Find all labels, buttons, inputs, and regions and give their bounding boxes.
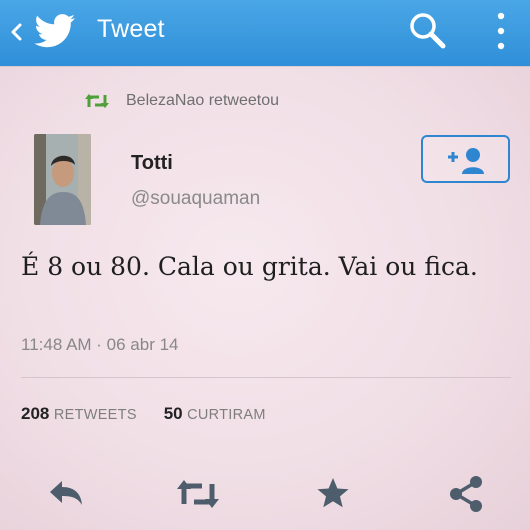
tweet-stats: 208 RETWEETS 50 CURTIRAM: [21, 404, 266, 428]
action-bar: [0, 472, 530, 516]
follow-button[interactable]: [421, 135, 510, 183]
author-name[interactable]: Totti: [131, 151, 173, 175]
reply-icon[interactable]: [44, 472, 88, 516]
tweet-timestamp: 11:48 AM · 06 abr 14: [21, 335, 179, 354]
author-handle[interactable]: @souaquaman: [131, 187, 260, 211]
chevron-left-icon[interactable]: [9, 17, 23, 47]
retweet-icon: [85, 94, 109, 108]
like-count[interactable]: 50: [164, 404, 183, 423]
retweet-count[interactable]: 208: [21, 404, 49, 423]
avatar-photo: [34, 134, 91, 225]
retweet-action-icon[interactable]: [174, 472, 222, 516]
twitter-bird-icon[interactable]: [33, 12, 77, 52]
more-vertical-icon[interactable]: [490, 10, 512, 52]
avatar[interactable]: [34, 134, 91, 225]
app-bar: Tweet: [0, 0, 530, 66]
divider: [21, 377, 511, 378]
page-title: Tweet: [97, 15, 165, 43]
star-icon[interactable]: [313, 472, 353, 516]
retweet-label[interactable]: RETWEETS: [54, 407, 137, 423]
search-icon[interactable]: [405, 8, 449, 54]
retweet-context-text: BelezaNao retweetou: [126, 92, 279, 109]
like-label[interactable]: CURTIRAM: [187, 407, 266, 423]
tweet-text: É 8 ou 80. Cala ou grita. Vai ou fica.: [21, 252, 478, 281]
add-user-icon: [448, 148, 484, 174]
share-icon[interactable]: [444, 472, 488, 516]
